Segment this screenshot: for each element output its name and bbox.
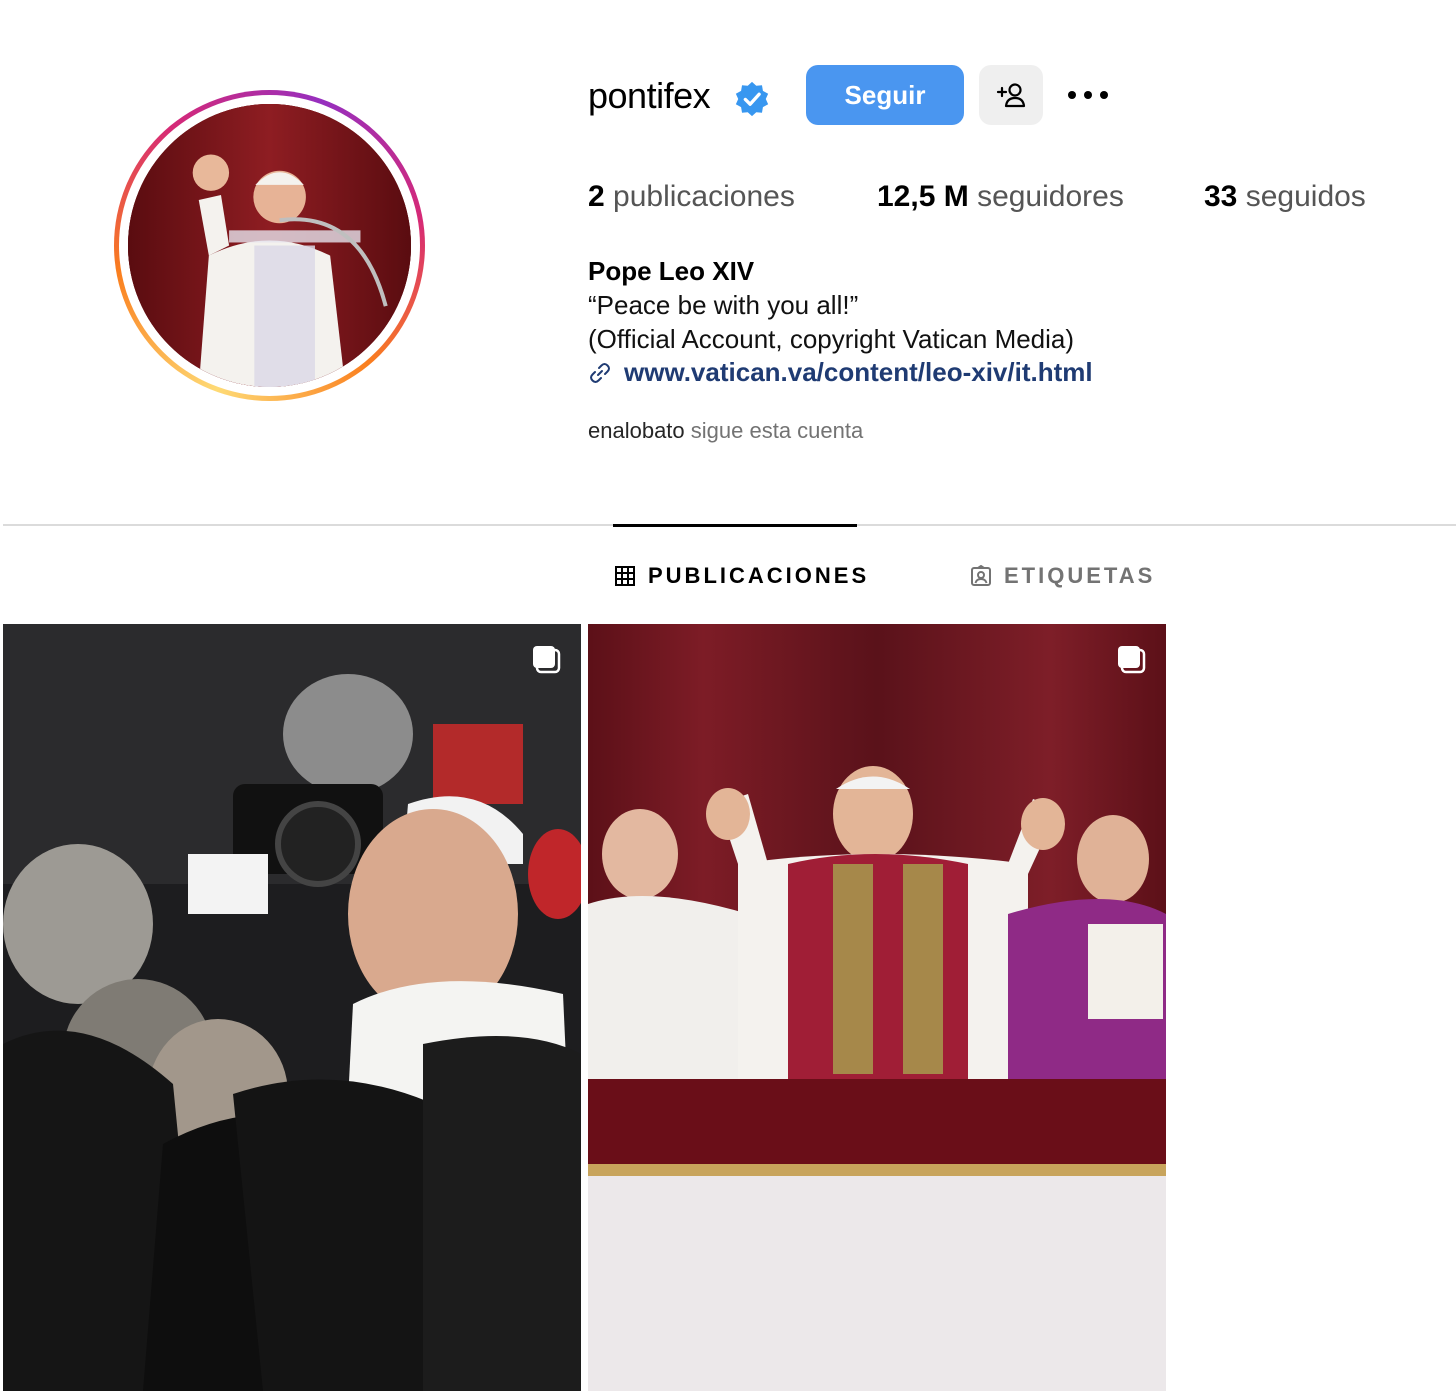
following-stat[interactable]: 33 seguidos (1204, 178, 1366, 216)
followed-by-user: enalobato (588, 418, 685, 443)
add-person-icon (996, 83, 1026, 108)
posts-stat: 2 publicaciones (588, 178, 795, 216)
posts-label: publicaciones (613, 180, 795, 213)
carousel-icon (533, 646, 561, 674)
profile-username: pontifex (588, 75, 711, 116)
posts-count: 2 (588, 180, 605, 213)
post-tile[interactable] (588, 624, 1166, 1391)
tab-tagged-label: ETIQUETAS (1004, 563, 1156, 588)
more-options-icon (1068, 91, 1108, 99)
link-icon (590, 363, 610, 383)
tagged-icon (971, 565, 991, 586)
avatar-image (128, 104, 411, 387)
active-tab-indicator (613, 524, 857, 527)
more-options-button[interactable] (1062, 76, 1114, 114)
suggest-accounts-button[interactable] (979, 65, 1043, 125)
followers-stat[interactable]: 12,5 M seguidores (877, 178, 1124, 216)
bio-quote: “Peace be with you all!” (588, 290, 859, 320)
bio-website-link[interactable]: www.vatican.va/content/leo-xiv/it.html (624, 356, 1093, 388)
followers-label: seguidores (977, 180, 1124, 213)
bio-note: (Official Account, copyright Vatican Med… (588, 324, 1075, 354)
post-photo (588, 624, 1166, 1391)
following-label: seguidos (1245, 180, 1366, 213)
follow-button[interactable]: Seguir (806, 65, 964, 125)
post-tile[interactable] (3, 624, 581, 1391)
followed-by[interactable]: enalobato sigue esta cuenta (588, 417, 863, 445)
followed-by-text: sigue esta cuenta (690, 418, 864, 443)
bio-name: Pope Leo XIV (588, 256, 755, 286)
verified-badge-icon (735, 81, 769, 117)
post-photo (3, 624, 581, 1391)
carousel-icon (1118, 646, 1146, 674)
tab-tagged[interactable]: ETIQUETAS (970, 562, 1155, 590)
tab-posts[interactable]: PUBLICACIONES (614, 562, 869, 590)
tab-posts-label: PUBLICACIONES (648, 563, 870, 588)
profile-avatar[interactable] (114, 90, 425, 401)
followers-count: 12,5 M (877, 180, 969, 213)
grid-icon (615, 566, 635, 586)
following-count: 33 (1204, 180, 1238, 213)
avatar-photo (128, 104, 411, 387)
